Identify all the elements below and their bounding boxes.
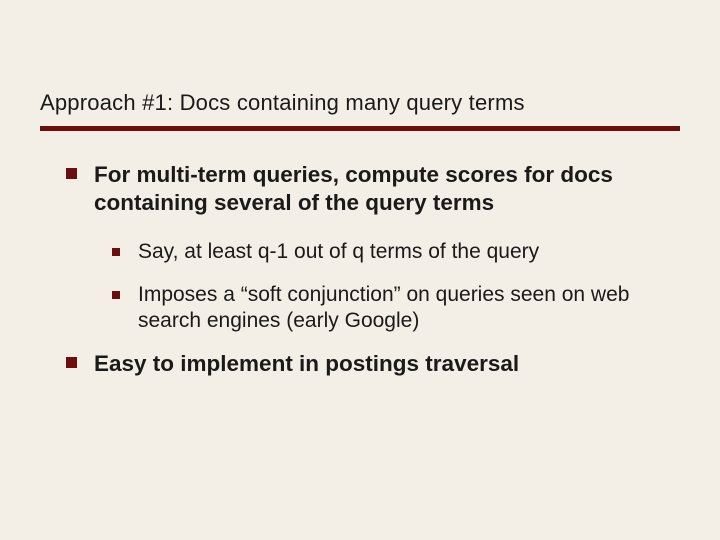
sub-bullet-list: Say, at least q-1 out of q terms of the … <box>108 239 660 334</box>
bullet-item: For multi-term queries, compute scores f… <box>60 161 660 334</box>
slide: Approach #1: Docs containing many query … <box>0 0 720 540</box>
bullet-text: Easy to implement in postings traversal <box>94 351 519 376</box>
bullet-list: For multi-term queries, compute scores f… <box>60 161 660 378</box>
title-area: Approach #1: Docs containing many query … <box>0 0 720 122</box>
sub-bullet-text: Imposes a “soft conjunction” on queries … <box>138 283 629 332</box>
sub-bullet-item: Say, at least q-1 out of q terms of the … <box>108 239 660 265</box>
sub-bullet-text: Say, at least q-1 out of q terms of the … <box>138 240 539 263</box>
bullet-text: For multi-term queries, compute scores f… <box>94 162 613 215</box>
slide-title: Approach #1: Docs containing many query … <box>40 90 680 116</box>
slide-body: For multi-term queries, compute scores f… <box>0 131 720 378</box>
bullet-item: Easy to implement in postings traversal <box>60 350 660 378</box>
sub-bullet-item: Imposes a “soft conjunction” on queries … <box>108 282 660 335</box>
